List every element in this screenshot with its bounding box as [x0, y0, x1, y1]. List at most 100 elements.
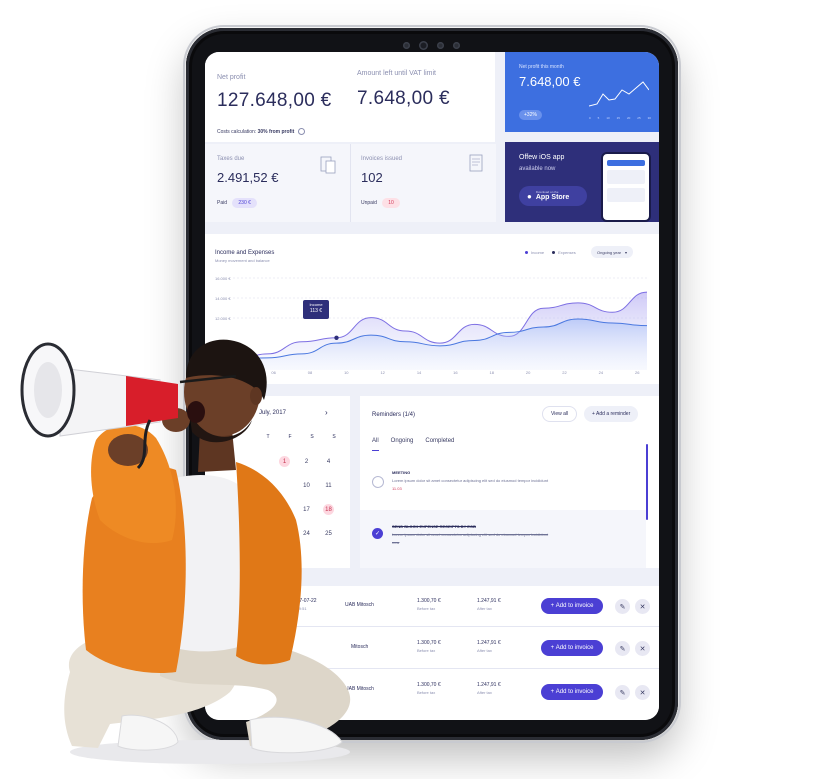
hand [108, 434, 148, 466]
row-after-tax: 1.247,91 € [477, 640, 501, 646]
calendar-day[interactable]: 17 [301, 504, 312, 515]
reminder-date: now [392, 540, 400, 545]
app-store-button[interactable]: ● Download on the App Store [519, 186, 587, 206]
calendar-day[interactable] [257, 456, 268, 467]
row-after-tax: 1.247,91 € [477, 598, 501, 604]
view-all-button[interactable]: View all [542, 406, 578, 422]
expenses-table: 2017-07-22 12:09:51 UAB Mitosch 1.300,70… [205, 586, 659, 720]
highlight-point[interactable] [334, 335, 339, 340]
month-growth-badge: +32% [519, 110, 542, 120]
reminders-tabs: All Ongoing Completed [372, 438, 454, 451]
income-expenses-chart [233, 277, 648, 370]
calendar-next-button[interactable]: › [325, 408, 328, 417]
info-icon[interactable] [297, 128, 305, 135]
reminders-scrollbar[interactable] [646, 444, 648, 520]
ios-app-subtitle: available now [519, 166, 556, 172]
calendar-day-highlighted[interactable]: 1 [279, 456, 290, 467]
vat-limit-value: 7.648,00 € [357, 88, 450, 109]
month-axis-tick: 25 [637, 116, 641, 120]
period-dropdown[interactable]: Ongoing year ▾ [591, 246, 634, 258]
invoices-value: 102 [361, 170, 383, 185]
close-icon[interactable]: ✕ [635, 599, 650, 614]
add-to-invoice-button[interactable]: + Add to invoice [541, 684, 603, 700]
income-expenses-card: Income and Expenses Money movement and b… [205, 234, 659, 384]
invoices-card: Invoices issued 102 Unpaid 10 [350, 144, 496, 222]
calendar-day[interactable]: 10 [301, 480, 312, 491]
add-reminder-button[interactable]: + Add a reminder [584, 406, 639, 422]
edit-icon[interactable]: ✎ [615, 641, 630, 656]
jacket-arm [91, 424, 176, 544]
calendar-day[interactable] [257, 480, 268, 491]
table-row[interactable]: Mitosch 1.300,70 € Before tax 1.247,91 €… [205, 628, 659, 668]
calendar-day[interactable]: 11 [323, 480, 334, 491]
calendar-day[interactable] [257, 528, 268, 539]
tab-all[interactable]: All [372, 438, 379, 451]
megaphone-red-band [126, 376, 178, 426]
calculator-icon [320, 156, 336, 174]
close-icon[interactable]: ✕ [635, 685, 650, 700]
reminder-check-icon[interactable]: ✓ [372, 528, 383, 539]
x-tick: 26 [635, 370, 640, 375]
month-axis-tick: 30 [647, 116, 651, 120]
reminder-item[interactable]: MEETING Lorem ipsum dolor sit amet conse… [360, 462, 646, 510]
reminders-title: Reminders (1/4) [372, 412, 416, 418]
costs-calculation: Costs calculation: 30% from profit [217, 128, 305, 135]
weekday-label: S [332, 434, 336, 440]
month-axis-tick: 15 [616, 116, 620, 120]
x-tick: 10 [344, 370, 349, 375]
weekday-label: F [288, 434, 292, 440]
add-to-invoice-button[interactable]: + Add to invoice [541, 640, 603, 656]
calendar-day[interactable]: 4 [323, 456, 334, 467]
x-tick: 06 [271, 370, 276, 375]
chart-subtitle: Money movement and balance [215, 258, 270, 263]
edit-icon[interactable]: ✎ [615, 685, 630, 700]
megaphone-body [59, 367, 161, 437]
row-vendor: UAB Mitosch [345, 602, 374, 608]
y-tick: 16.000 € [215, 276, 231, 281]
month-profit-label: Net profit this month [519, 64, 564, 70]
weekday-label: T [266, 434, 270, 440]
phone-mockup [601, 152, 651, 222]
invoices-label: Invoices issued [361, 156, 403, 162]
x-tick: 04 [235, 370, 240, 375]
net-profit-card: Net profit 127.648,00 € Costs calculatio… [205, 52, 495, 142]
calendar-day[interactable] [279, 480, 290, 491]
camera-lens [418, 40, 428, 50]
row-amount: 1.300,70 € [417, 640, 441, 646]
edit-icon[interactable]: ✎ [615, 599, 630, 614]
row-after-sub: After tax [477, 648, 492, 653]
camera-dot [452, 41, 460, 49]
tab-ongoing[interactable]: Ongoing [391, 438, 414, 451]
chart-series [233, 291, 648, 370]
ground-shadow [70, 740, 350, 764]
ios-app-card: Offew iOS app available now ● Download o… [505, 142, 659, 222]
calendar-month: July, 2017 [259, 410, 286, 416]
calendar-day[interactable]: 23 [279, 528, 290, 539]
calendar-day[interactable] [279, 504, 290, 515]
table-row[interactable]: UAB Mitosch 1.300,70 € Before tax 1.247,… [205, 670, 659, 710]
calendar-day-highlighted[interactable]: 18 [323, 504, 334, 515]
row-vendor: UAB Mitosch [345, 686, 374, 692]
legend-expenses: Expenses [552, 250, 576, 255]
month-axis: 0 5 10 15 20 25 30 [589, 116, 651, 120]
tab-completed[interactable]: Completed [425, 438, 454, 451]
row-amount: 1.300,70 € [417, 598, 441, 604]
reminder-title: SEND BLOCK EXPENSE RECEIPTS BY EOB [392, 524, 476, 529]
reminder-checkbox[interactable] [372, 476, 384, 488]
table-row[interactable]: 2017-07-22 12:09:51 UAB Mitosch 1.300,70… [205, 586, 659, 626]
row-amount-sub: Before tax [417, 690, 436, 695]
calendar-day[interactable] [257, 504, 268, 515]
calendar-day[interactable]: 24 [301, 528, 312, 539]
reminder-item-completed[interactable]: ✓ SEND BLOCK EXPENSE RECEIPTS BY EOB Lor… [360, 510, 646, 568]
close-icon[interactable]: ✕ [635, 641, 650, 656]
chart-tooltip: Income 113 € [303, 300, 329, 319]
calendar-day[interactable]: 25 [323, 528, 334, 539]
megaphone-bell-inner [34, 362, 62, 418]
taxes-paid-row: Paid 230 € [217, 198, 257, 208]
add-to-invoice-button[interactable]: + Add to invoice [541, 598, 603, 614]
row-time: 12:09:51 [291, 606, 307, 611]
calendar-day[interactable]: 2 [301, 456, 312, 467]
row-amount-sub: Before tax [417, 648, 436, 653]
camera-bar [386, 38, 476, 52]
net-profit-label: Net profit [217, 74, 246, 81]
